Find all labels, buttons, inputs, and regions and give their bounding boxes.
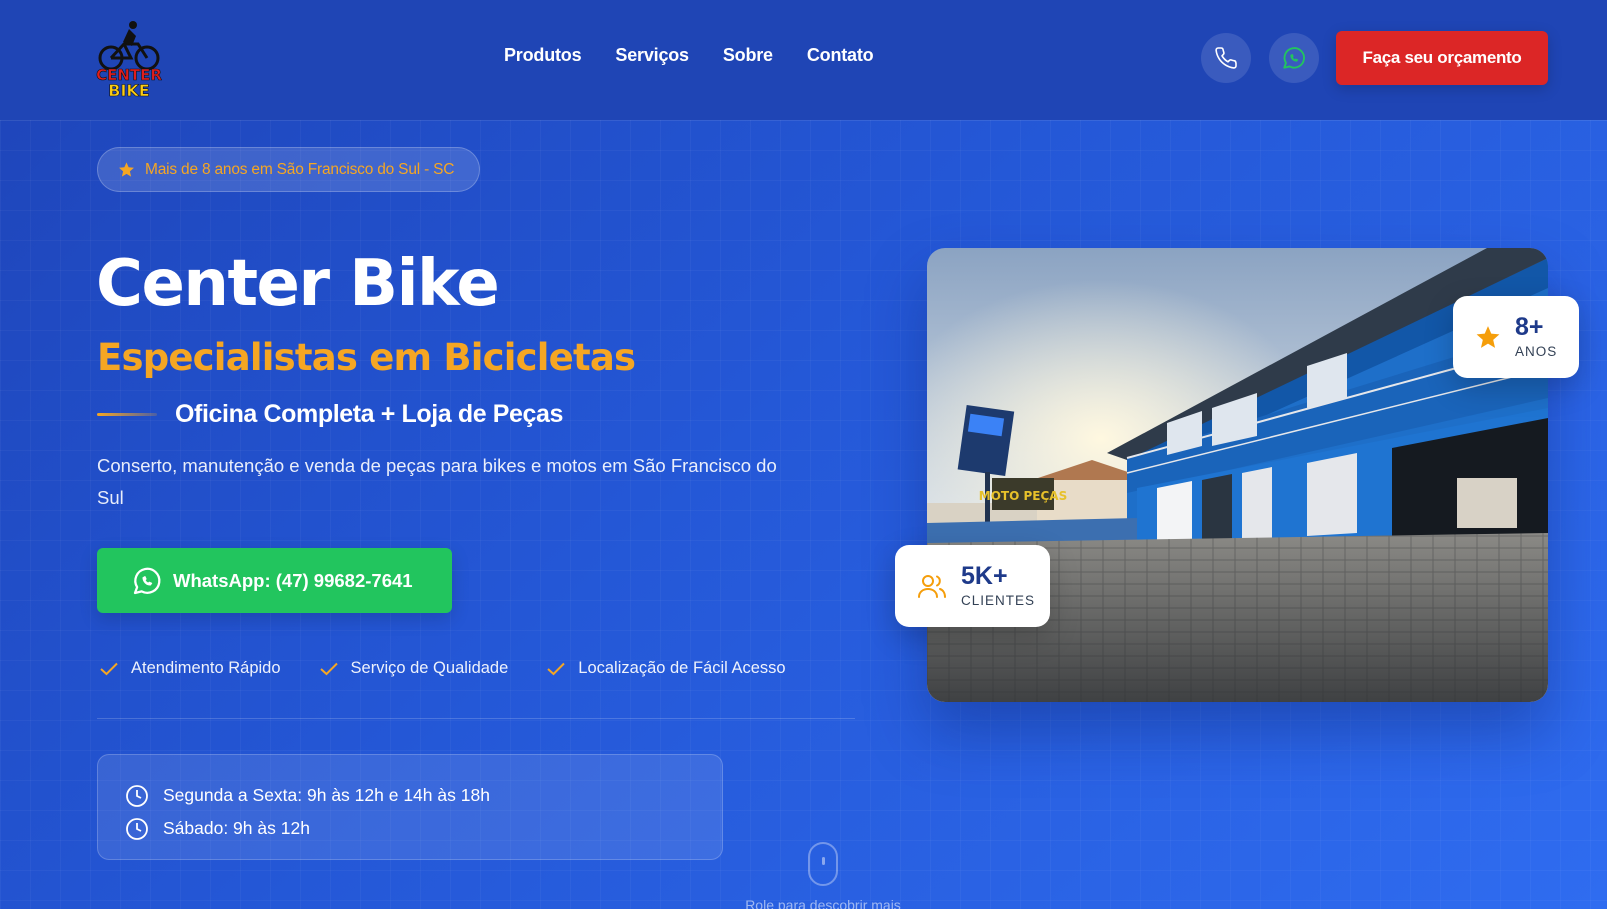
- scroll-hint: Role para descobrir mais: [745, 897, 901, 909]
- star-icon: [119, 162, 134, 177]
- center-bike-logo[interactable]: CENTER BIKE: [96, 20, 162, 98]
- hours-row: Sábado: 9h às 12h: [125, 812, 722, 845]
- badge-text: Mais de 8 anos em São Francisco do Sul -…: [145, 160, 455, 178]
- whatsapp-cta-button[interactable]: WhatsApp: (47) 99682-7641: [97, 548, 452, 613]
- phone-icon: [1215, 47, 1237, 69]
- tagline: Oficina Completa + Loja de Peças: [175, 400, 564, 428]
- feature-item: Serviço de Qualidade: [319, 659, 509, 678]
- years-value: 8+: [1515, 313, 1544, 341]
- years-label: ANOS: [1515, 344, 1558, 359]
- clock-icon: [126, 817, 148, 840]
- whatsapp-cta-label: WhatsApp: (47) 99682-7641: [173, 569, 413, 591]
- hero-description: Conserto, manutenção e venda de peças pa…: [97, 455, 777, 508]
- feature-item: Atendimento Rápido: [99, 659, 281, 678]
- clients-label: CLIENTES: [961, 593, 1036, 608]
- hours-weekdays: Segunda a Sexta: 9h às 12h e 14h às 18h: [163, 785, 490, 805]
- years-stat-card: 8+ ANOS: [1453, 296, 1579, 378]
- feature-label: Atendimento Rápido: [131, 659, 281, 677]
- feature-list: Atendimento Rápido Serviço de Qualidade …: [99, 659, 786, 678]
- page-subtitle: Especialistas em Bicicletas: [97, 336, 636, 379]
- page-title: Center Bike: [96, 247, 500, 321]
- clock-icon: [126, 784, 148, 807]
- feature-label: Serviço de Qualidade: [350, 659, 509, 677]
- whatsapp-icon: [133, 567, 161, 594]
- tagline-row: Oficina Completa + Loja de Peças: [97, 400, 563, 429]
- feature-label: Localização de Fácil Acesso: [578, 659, 786, 677]
- svg-text:BIKE: BIKE: [108, 81, 149, 98]
- nav-contato[interactable]: Contato: [807, 45, 874, 66]
- scroll-dot: [822, 857, 825, 865]
- clients-value: 5K+: [961, 562, 1008, 590]
- photo-sign-text: MOTO PEÇAS: [979, 489, 1067, 503]
- users-icon: [918, 575, 946, 598]
- opening-hours-card: Segunda a Sexta: 9h às 12h e 14h às 18h …: [97, 754, 723, 860]
- divider: [97, 718, 855, 719]
- nav-servicos[interactable]: Serviços: [615, 45, 689, 66]
- check-icon: [100, 662, 118, 675]
- check-icon: [547, 662, 565, 675]
- quote-button[interactable]: Faça seu orçamento: [1336, 31, 1548, 85]
- site-header: CENTER BIKE Produtos Serviços Sobre Cont…: [0, 0, 1607, 120]
- whatsapp-header-button[interactable]: [1269, 33, 1319, 83]
- check-icon: [319, 662, 338, 675]
- feature-item: Localização de Fácil Acesso: [546, 659, 786, 678]
- whatsapp-icon: [1283, 47, 1305, 69]
- hours-row: Segunda a Sexta: 9h às 12h e 14h às 18h: [125, 779, 722, 812]
- experience-badge: Mais de 8 anos em São Francisco do Sul -…: [97, 147, 480, 192]
- star-icon: [1476, 326, 1500, 348]
- main-nav: Produtos Serviços Sobre Contato: [504, 45, 874, 66]
- tagline-accent-line: [97, 413, 157, 416]
- hours-saturday: Sábado: 9h às 12h: [163, 818, 310, 838]
- scroll-indicator[interactable]: [808, 842, 838, 886]
- nav-sobre[interactable]: Sobre: [723, 45, 773, 66]
- nav-produtos[interactable]: Produtos: [504, 45, 582, 66]
- phone-button[interactable]: [1201, 33, 1251, 83]
- clients-stat-card: 5K+ CLIENTES: [895, 545, 1050, 627]
